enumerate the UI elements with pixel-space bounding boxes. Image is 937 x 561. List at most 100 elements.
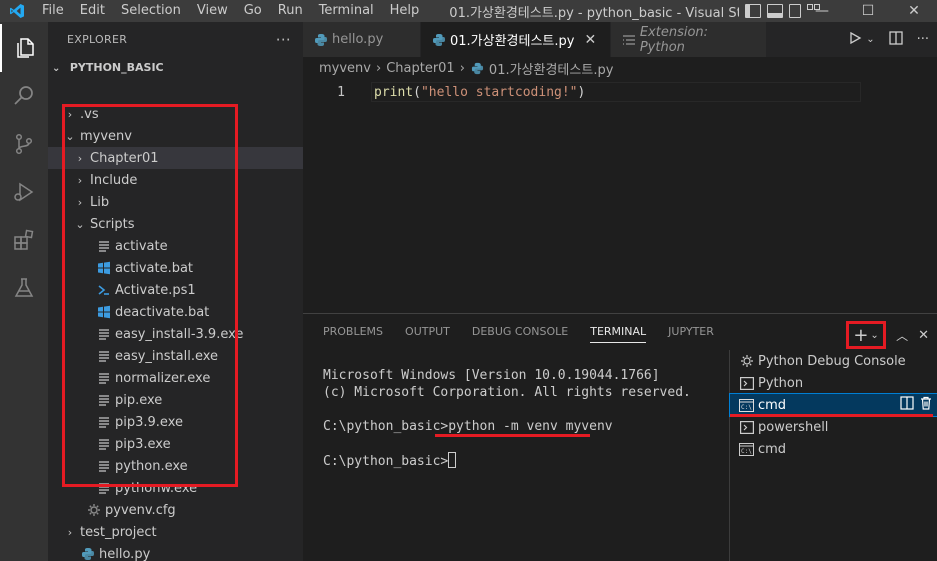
run-file-icon[interactable] [848, 31, 862, 49]
split-terminal-icon[interactable] [900, 396, 914, 414]
tab-current-file[interactable]: 01.가상환경테스트.py ✕ [421, 22, 611, 57]
terminal-line: (c) Microsoft Corporation. All rights re… [323, 385, 691, 400]
close-icon[interactable]: ✕ [584, 32, 596, 48]
plus-icon: + [853, 324, 869, 346]
annotation-underline-cmd [730, 414, 933, 417]
split-editor-icon[interactable] [888, 30, 903, 49]
more-actions-icon[interactable]: ··· [917, 32, 929, 47]
tree-item-label: hello.py [99, 546, 151, 561]
svg-text:C:\: C:\ [741, 404, 752, 411]
terminal-label: Python [758, 375, 804, 391]
menu-selection[interactable]: Selection [113, 0, 189, 22]
terminal-item[interactable]: Python [730, 372, 937, 394]
breadcrumb-item[interactable]: Chapter01 [386, 61, 455, 76]
editor-tabs: hello.py 01.가상환경테스트.py ✕ Extension: Pyth… [303, 22, 937, 57]
code-function: print [374, 84, 414, 100]
toggle-panel-icon[interactable] [767, 4, 784, 18]
terminal-line: Microsoft Windows [Version 10.0.19044.17… [323, 368, 660, 383]
tab-output[interactable]: OUTPUT [405, 314, 450, 349]
tree-item-label: pyvenv.cfg [105, 502, 176, 518]
terminal-output[interactable]: Microsoft Windows [Version 10.0.19044.17… [323, 367, 691, 470]
explorer-icon[interactable] [0, 24, 48, 72]
bottom-panel: PROBLEMS OUTPUT DEBUG CONSOLE TERMINAL J… [303, 313, 937, 561]
terminal-item-selected[interactable]: C:\ cmd [729, 393, 937, 417]
code-paren: ) [577, 84, 586, 100]
source-control-icon[interactable] [0, 120, 48, 168]
python-file-icon [470, 60, 486, 76]
activity-bar [0, 22, 48, 561]
new-terminal-button[interactable]: + ⌄ [846, 321, 887, 349]
cmd-icon: C:\ [739, 442, 754, 456]
minimize-button[interactable]: — [799, 0, 845, 22]
terminal-icon [739, 420, 754, 434]
annotation-underline-command [435, 434, 590, 437]
breadcrumb: myvenv › Chapter01 › 01.가상환경테스트.py [303, 57, 937, 79]
terminal-command: python -m venv myvenv [448, 419, 613, 434]
tab-debug-console[interactable]: DEBUG CONSOLE [472, 314, 568, 349]
terminal-label: cmd [758, 397, 787, 413]
code-editor[interactable]: 1 print("hello startcoding!") [303, 81, 937, 103]
breadcrumb-item[interactable]: myvenv [319, 61, 371, 76]
tab-problems[interactable]: PROBLEMS [323, 314, 383, 349]
terminal-icon [739, 376, 754, 390]
toggle-sidebar-icon[interactable] [745, 4, 762, 18]
workspace-name: PYTHON_BASIC [69, 61, 164, 74]
menu-terminal[interactable]: Terminal [311, 0, 382, 22]
tab-extension-python[interactable]: Extension: Python [611, 22, 767, 57]
panel-actions: + ⌄ ︿ ✕ [846, 321, 929, 349]
extensions-icon[interactable] [0, 216, 48, 264]
editor-actions: ⌄ ··· [848, 22, 929, 57]
menu-file[interactable]: File [34, 0, 72, 22]
chevron-down-icon: ⌄ [52, 63, 61, 74]
run-debug-icon[interactable] [0, 168, 48, 216]
menu-view[interactable]: View [189, 0, 236, 22]
menu-edit[interactable]: Edit [72, 0, 113, 22]
code-paren: ( [413, 84, 421, 100]
terminal-label: cmd [758, 441, 787, 457]
tree-item[interactable]: › test_project [48, 521, 303, 543]
search-icon[interactable] [0, 72, 48, 120]
trash-icon[interactable] [920, 396, 932, 414]
more-actions-icon[interactable]: ··· [276, 31, 291, 49]
terminal-label: powershell [758, 419, 829, 435]
menu-run[interactable]: Run [270, 0, 311, 22]
svg-text:C:\: C:\ [741, 448, 752, 455]
tab-hello-py[interactable]: hello.py [303, 22, 421, 57]
code-string: "hello startcoding!" [420, 84, 578, 100]
title-bar: File Edit Selection View Go Run Terminal… [0, 0, 937, 22]
terminal-prompt: C:\python_basic> [323, 454, 449, 469]
workspace-section[interactable]: ⌄ PYTHON_BASIC [48, 57, 303, 79]
menu-help[interactable]: Help [382, 0, 428, 22]
breadcrumb-item[interactable]: 01.가상환경테스트.py [489, 59, 613, 78]
code-line[interactable]: print("hello startcoding!") [371, 82, 861, 102]
terminal-item[interactable]: powershell [730, 416, 937, 438]
tab-terminal[interactable]: TERMINAL [590, 314, 646, 349]
chevron-right-icon: › [375, 60, 382, 76]
tab-label: 01.가상환경테스트.py [450, 34, 575, 49]
tree-item[interactable]: hello.py [48, 543, 303, 561]
tab-jupyter[interactable]: JUPYTER [668, 314, 714, 349]
tab-label: Extension: Python [639, 24, 709, 55]
chevron-down-icon[interactable]: ⌄ [866, 34, 874, 45]
python-file-icon [80, 546, 96, 561]
terminal-label: Python Debug Console [758, 353, 906, 369]
close-panel-icon[interactable]: ✕ [918, 328, 929, 343]
maximize-button[interactable]: ☐ [845, 0, 891, 22]
terminal-list: Python Debug Console Python C:\ cmd powe… [729, 350, 937, 561]
terminal-item[interactable]: C:\ cmd [730, 438, 937, 460]
chevron-down-icon[interactable]: ⌄ [870, 330, 878, 341]
window-title: 01.가상환경테스트.py - python_basic - Visual St… [449, 5, 740, 21]
menu-go[interactable]: Go [236, 0, 270, 22]
close-button[interactable]: ✕ [891, 0, 937, 22]
python-file-icon [313, 32, 329, 48]
terminal-item-actions [900, 396, 932, 414]
menu-bar: File Edit Selection View Go Run Terminal… [34, 0, 427, 22]
tree-item[interactable]: pyvenv.cfg [48, 499, 303, 521]
chevron-up-icon[interactable]: ︿ [896, 327, 908, 344]
terminal-cursor [448, 452, 457, 468]
testing-icon[interactable] [0, 264, 48, 312]
tab-label: hello.py [332, 32, 384, 47]
line-number: 1 [337, 84, 345, 100]
terminal-item[interactable]: Python Debug Console [730, 350, 937, 372]
debug-gear-icon [739, 355, 754, 368]
